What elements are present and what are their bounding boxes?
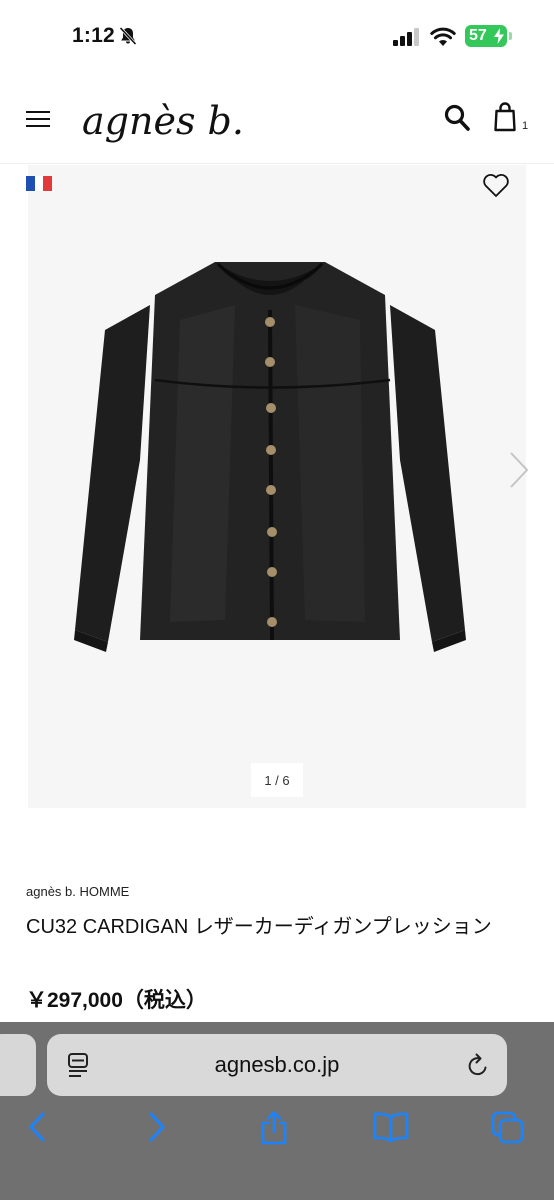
back-icon[interactable] [26, 1110, 48, 1144]
tabs-icon[interactable] [490, 1110, 526, 1144]
bell-slash-icon [119, 26, 137, 46]
battery-level: 57 [469, 27, 487, 44]
bag-icon[interactable] [494, 102, 516, 132]
heart-icon[interactable] [482, 172, 510, 198]
agnes-b-logo[interactable]: agnès b. [80, 90, 260, 150]
search-icon[interactable] [444, 104, 470, 132]
previous-tab-card[interactable] [0, 1034, 36, 1096]
status-bar: 1:12 57 [0, 0, 554, 80]
site-header: agnès b. 1 [0, 80, 554, 164]
french-flag-icon [26, 176, 52, 191]
battery-nub [509, 32, 512, 40]
status-time: 1:12 [72, 24, 115, 47]
menu-icon[interactable] [26, 110, 50, 128]
bag-count: 1 [522, 120, 529, 132]
reload-icon[interactable] [466, 1052, 490, 1078]
image-pagination: 1 / 6 [251, 763, 303, 797]
battery-indicator: 57 [465, 25, 507, 47]
url-text[interactable]: agnesb.co.jp [47, 1052, 507, 1078]
product-image [74, 262, 466, 652]
product-name: CU32 CARDIGAN レザーカーディガンプレッション [26, 916, 492, 938]
charging-bolt-icon [494, 28, 504, 44]
wifi-icon [430, 27, 456, 46]
svg-text:agnès b.: agnès b. [82, 99, 244, 143]
product-brand: agnès b. HOMME [26, 884, 130, 899]
signal-icon [393, 28, 419, 46]
forward-icon[interactable] [146, 1110, 168, 1144]
share-icon[interactable] [259, 1110, 289, 1146]
bookmarks-icon[interactable] [372, 1110, 410, 1142]
chevron-right-icon[interactable] [508, 450, 530, 490]
product-price: ￥297,000（税込） [26, 989, 207, 1012]
